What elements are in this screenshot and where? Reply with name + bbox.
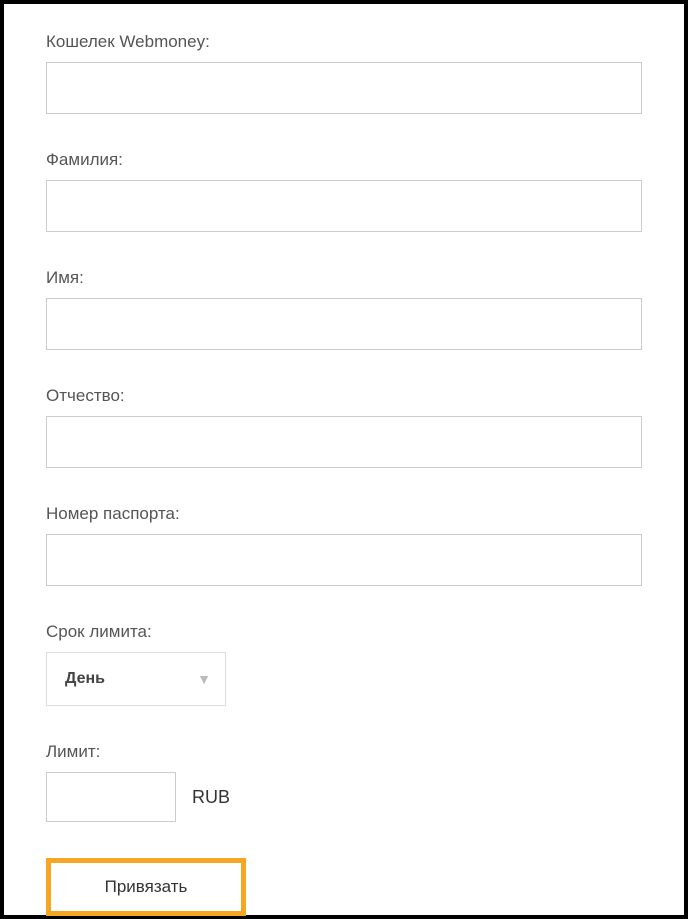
lastname-label: Фамилия:	[46, 150, 642, 170]
middlename-input[interactable]	[46, 416, 642, 468]
lastname-input[interactable]	[46, 180, 642, 232]
firstname-input[interactable]	[46, 298, 642, 350]
wallet-input[interactable]	[46, 62, 642, 114]
limit-label: Лимит:	[46, 742, 642, 762]
limit-period-select[interactable]: День ▼	[46, 652, 226, 706]
limit-currency: RUB	[192, 787, 230, 808]
firstname-label: Имя:	[46, 268, 642, 288]
submit-button[interactable]: Привязать	[46, 858, 246, 916]
chevron-down-icon: ▼	[197, 671, 211, 687]
passport-input[interactable]	[46, 534, 642, 586]
limit-period-value: День	[65, 670, 105, 688]
limit-period-label: Срок лимита:	[46, 622, 642, 642]
limit-input[interactable]	[46, 772, 176, 822]
middlename-label: Отчество:	[46, 386, 642, 406]
wallet-label: Кошелек Webmoney:	[46, 32, 642, 52]
passport-label: Номер паспорта:	[46, 504, 642, 524]
